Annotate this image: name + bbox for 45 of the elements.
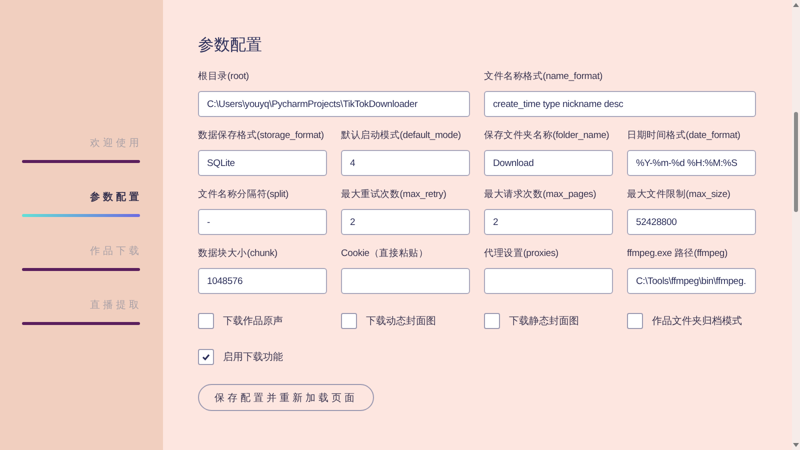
field-label: 根目录(root) [198, 70, 250, 84]
input-field[interactable]: C:\Users\youyq\PycharmProjects\TikTokDownloader [198, 91, 470, 117]
scroll-down-icon[interactable] [793, 443, 799, 447]
input-field[interactable] [341, 268, 470, 294]
input-field[interactable]: 1048576 [198, 268, 327, 294]
field-label: 最大重试次数(max_retry) [341, 188, 448, 202]
checkbox[interactable] [198, 349, 214, 365]
input-field[interactable]: 2 [484, 209, 613, 235]
field-label: 数据保存格式(storage_format) [198, 129, 325, 143]
scroll-up-icon[interactable] [793, 3, 799, 7]
nav-item[interactable]: 参数配置 [90, 191, 142, 205]
checkbox[interactable] [198, 313, 214, 329]
field-label: 保存文件夹名称(folder_name) [484, 129, 610, 143]
input-field[interactable]: 2 [341, 209, 470, 235]
field-label: 日期时间格式(date_format) [627, 129, 742, 143]
save-button[interactable]: 保存配置并重新加载页面 [198, 384, 374, 411]
field-label: 文件名称格式(name_format) [484, 70, 604, 84]
input-field[interactable]: 52428800 [627, 209, 756, 235]
checkbox-label: 下载静态封面图 [509, 314, 579, 328]
checkbox-label: 下载动态封面图 [366, 314, 436, 328]
checkbox-label: 启用下载功能 [223, 350, 283, 364]
field-label: ffmpeg.exe 路径(ffmpeg) [627, 247, 728, 261]
page-title: 参数配置 [198, 36, 263, 56]
checkbox[interactable] [484, 313, 500, 329]
field-label: 最大文件限制(max_size) [627, 188, 732, 202]
input-field[interactable] [484, 268, 613, 294]
field-label: 文件名称分隔符(split) [198, 188, 290, 202]
input-field[interactable]: C:\Tools\ffmpeg\bin\ffmpeg. [627, 268, 756, 294]
scrollbar-thumb[interactable] [794, 112, 798, 212]
input-field[interactable]: %Y-%m-%d %H:%M:%S [627, 150, 756, 176]
check-icon [201, 352, 211, 362]
field-label: Cookie（直接粘贴） [341, 247, 430, 261]
checkbox-label: 作品文件夹归档模式 [652, 314, 742, 328]
input-field[interactable]: Download [484, 150, 613, 176]
input-field[interactable]: create_time type nickname desc [484, 91, 756, 117]
checkbox[interactable] [341, 313, 357, 329]
field-label: 代理设置(proxies) [484, 247, 560, 261]
field-label: 最大请求次数(max_pages) [484, 188, 598, 202]
input-field[interactable]: SQLite [198, 150, 327, 176]
field-label: 默认启动模式(default_mode) [341, 129, 462, 143]
input-field[interactable]: - [198, 209, 327, 235]
checkbox[interactable] [627, 313, 643, 329]
checkbox-label: 下载作品原声 [223, 314, 283, 328]
input-field[interactable]: 4 [341, 150, 470, 176]
field-label: 数据块大小(chunk) [198, 247, 278, 261]
